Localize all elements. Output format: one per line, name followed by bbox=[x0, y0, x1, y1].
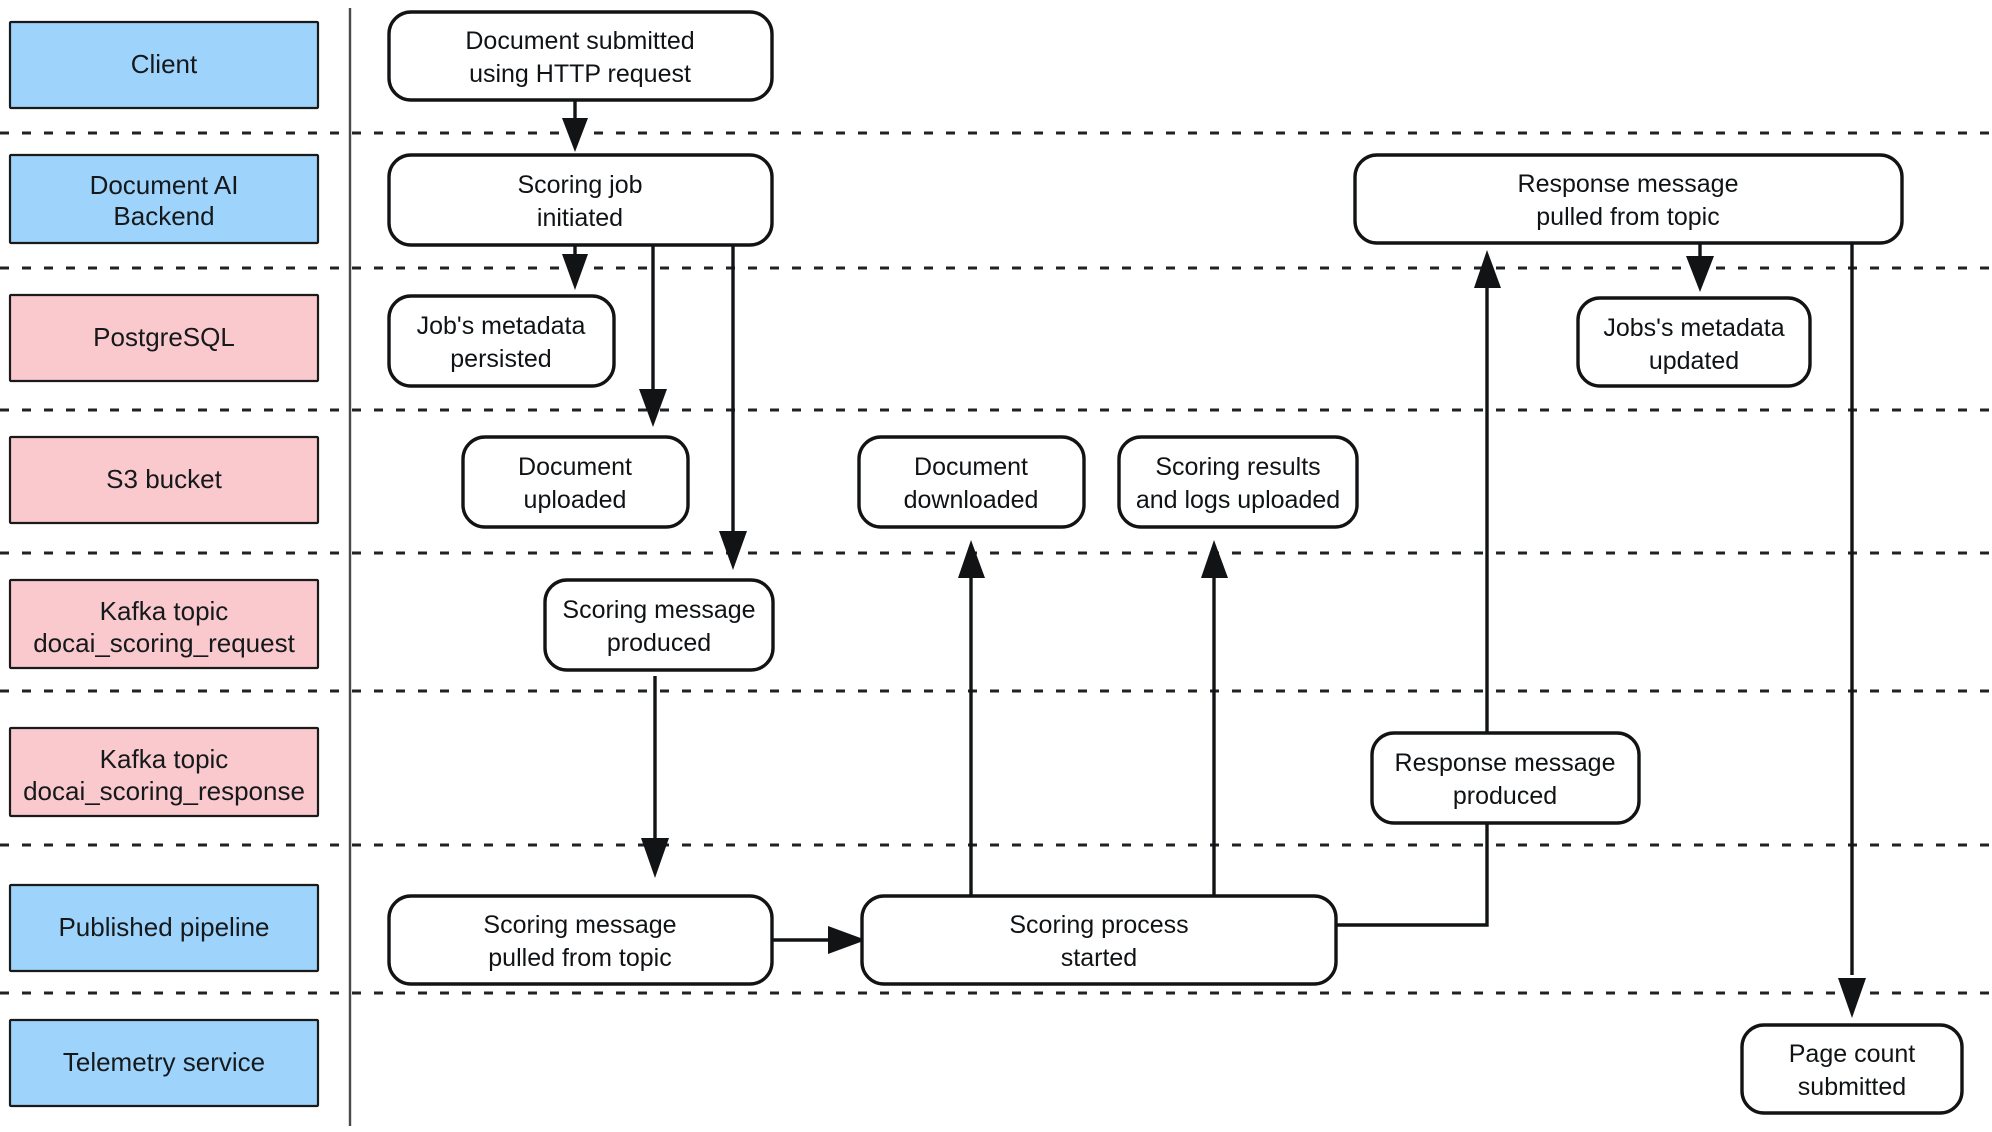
node-document-downloaded-line2: downloaded bbox=[904, 486, 1039, 514]
node-jobs-metadata-updated-line2: updated bbox=[1649, 347, 1739, 375]
edge-scoring-job-initiated-to-job-metadata-persisted bbox=[562, 245, 588, 290]
lane-header-kafka-request[interactable]: Kafka topic docai_scoring_request bbox=[8, 578, 320, 670]
node-scoring-message-pulled[interactable]: Scoring message pulled from topic bbox=[387, 894, 774, 986]
node-response-message-produced[interactable]: Response message produced bbox=[1370, 731, 1641, 825]
node-page-count-submitted-line1: Page count bbox=[1789, 1040, 1916, 1068]
lane-header-s3-bucket[interactable]: S3 bucket bbox=[8, 435, 320, 525]
lane-label-document-ai-backend-line2: Backend bbox=[113, 201, 214, 231]
node-scoring-message-produced-line2: produced bbox=[607, 629, 711, 657]
swimlane-diagram: Client Document AI Backend PostgreSQL S3… bbox=[0, 8, 1992, 1126]
node-job-metadata-persisted-line1: Job's metadata bbox=[417, 312, 586, 340]
node-scoring-message-pulled-line1: Scoring message bbox=[483, 911, 676, 939]
node-scoring-results-uploaded-line1: Scoring results bbox=[1155, 453, 1320, 481]
node-scoring-job-initiated-line1: Scoring job bbox=[517, 171, 642, 199]
node-response-message-pulled[interactable]: Response message pulled from topic bbox=[1353, 153, 1904, 245]
node-job-metadata-persisted-line2: persisted bbox=[450, 345, 551, 373]
lane-header-postgresql[interactable]: PostgreSQL bbox=[8, 293, 320, 383]
node-page-count-submitted-line2: submitted bbox=[1798, 1073, 1906, 1101]
edge-response-message-produced-to-response-message-pulled bbox=[1474, 250, 1501, 735]
lane-header-kafka-response[interactable]: Kafka topic docai_scoring_response bbox=[8, 726, 320, 818]
lane-label-kafka-request-line1: Kafka topic bbox=[100, 596, 229, 626]
node-response-message-pulled-line2: pulled from topic bbox=[1536, 203, 1719, 231]
edge-scoring-process-started-to-scoring-results-uploaded bbox=[1201, 540, 1228, 898]
node-scoring-message-produced-line1: Scoring message bbox=[562, 596, 755, 624]
node-scoring-job-initiated[interactable]: Scoring job initiated bbox=[387, 153, 774, 247]
edge-response-message-pulled-to-page-count-submitted bbox=[1838, 243, 1866, 1018]
node-scoring-message-pulled-line2: pulled from topic bbox=[488, 944, 671, 972]
lane-label-telemetry-service: Telemetry service bbox=[63, 1047, 265, 1077]
node-document-submitted[interactable]: Document submitted using HTTP request bbox=[387, 10, 774, 102]
diagram-canvas: Client Document AI Backend PostgreSQL S3… bbox=[0, 0, 1992, 1132]
lane-label-document-ai-backend-line1: Document AI bbox=[90, 170, 239, 200]
node-document-downloaded[interactable]: Document downloaded bbox=[857, 435, 1086, 529]
edge-scoring-job-initiated-to-document-uploaded bbox=[639, 245, 667, 427]
node-scoring-results-uploaded[interactable]: Scoring results and logs uploaded bbox=[1117, 435, 1359, 529]
node-scoring-message-produced[interactable]: Scoring message produced bbox=[543, 578, 775, 672]
node-document-uploaded[interactable]: Document uploaded bbox=[461, 435, 690, 529]
lane-label-s3-bucket: S3 bucket bbox=[106, 464, 222, 494]
lane-label-kafka-response-line2: docai_scoring_response bbox=[23, 776, 305, 806]
node-scoring-process-started-line2: started bbox=[1061, 944, 1137, 972]
node-scoring-results-uploaded-line2: and logs uploaded bbox=[1136, 486, 1340, 514]
edge-scoring-job-initiated-to-scoring-message-produced bbox=[719, 245, 747, 570]
node-document-submitted-line1: Document submitted bbox=[465, 27, 694, 55]
lane-label-kafka-request-line2: docai_scoring_request bbox=[33, 628, 295, 658]
edge-scoring-message-pulled-to-scoring-process-started bbox=[772, 926, 866, 954]
lane-label-published-pipeline: Published pipeline bbox=[58, 912, 269, 942]
edge-document-submitted-to-scoring-job-initiated bbox=[562, 98, 588, 152]
node-job-metadata-persisted[interactable]: Job's metadata persisted bbox=[387, 294, 616, 388]
node-document-uploaded-line1: Document bbox=[518, 453, 632, 481]
node-page-count-submitted[interactable]: Page count submitted bbox=[1740, 1023, 1964, 1115]
lane-header-published-pipeline[interactable]: Published pipeline bbox=[8, 883, 320, 973]
lane-header-client[interactable]: Client bbox=[8, 20, 320, 110]
node-scoring-job-initiated-line2: initiated bbox=[537, 204, 623, 232]
edge-scoring-process-started-to-document-downloaded bbox=[958, 540, 985, 898]
node-jobs-metadata-updated-line1: Jobs's metadata bbox=[1603, 314, 1784, 342]
lane-header-document-ai-backend[interactable]: Document AI Backend bbox=[8, 153, 320, 245]
node-response-message-produced-line2: produced bbox=[1453, 782, 1557, 810]
lane-label-kafka-response-line1: Kafka topic bbox=[100, 744, 229, 774]
node-document-uploaded-line2: uploaded bbox=[524, 486, 627, 514]
node-jobs-metadata-updated[interactable]: Jobs's metadata updated bbox=[1576, 296, 1812, 388]
node-response-message-produced-line1: Response message bbox=[1395, 749, 1616, 777]
lane-header-telemetry-service[interactable]: Telemetry service bbox=[8, 1018, 320, 1108]
edge-response-message-pulled-to-jobs-metadata-updated bbox=[1686, 243, 1714, 292]
edge-scoring-message-produced-to-scoring-message-pulled bbox=[641, 676, 669, 878]
node-scoring-process-started-line1: Scoring process bbox=[1009, 911, 1188, 939]
node-scoring-process-started[interactable]: Scoring process started bbox=[860, 894, 1338, 986]
node-response-message-pulled-line1: Response message bbox=[1518, 170, 1739, 198]
node-document-submitted-line2: using HTTP request bbox=[469, 60, 691, 88]
node-document-downloaded-line1: Document bbox=[914, 453, 1028, 481]
lane-label-client: Client bbox=[131, 49, 198, 79]
lane-label-postgresql: PostgreSQL bbox=[93, 322, 235, 352]
